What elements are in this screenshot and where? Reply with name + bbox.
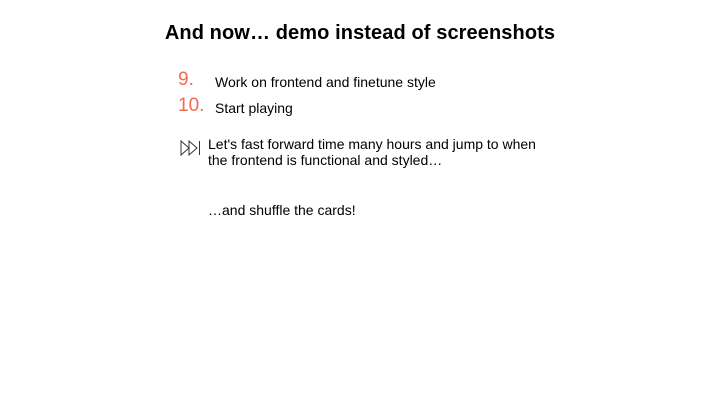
fast-forward-line-2: the frontend is functional and styled… [208,152,443,168]
shuffle-cards-text: …and shuffle the cards! [208,202,356,218]
step-text: Work on frontend and finetune style [215,74,436,90]
presentation-slide: And now… demo instead of screenshots 9. … [0,0,720,405]
fast-forward-description: Let's fast forward time many hours and j… [208,136,568,168]
fast-forward-line-1: Let's fast forward time many hours and j… [208,136,536,152]
step-text: Start playing [215,100,293,116]
slide-title: And now… demo instead of screenshots [164,22,556,44]
step-number: 9. [178,69,194,90]
fast-forward-icon [180,140,200,156]
step-number: 10. [178,95,205,116]
